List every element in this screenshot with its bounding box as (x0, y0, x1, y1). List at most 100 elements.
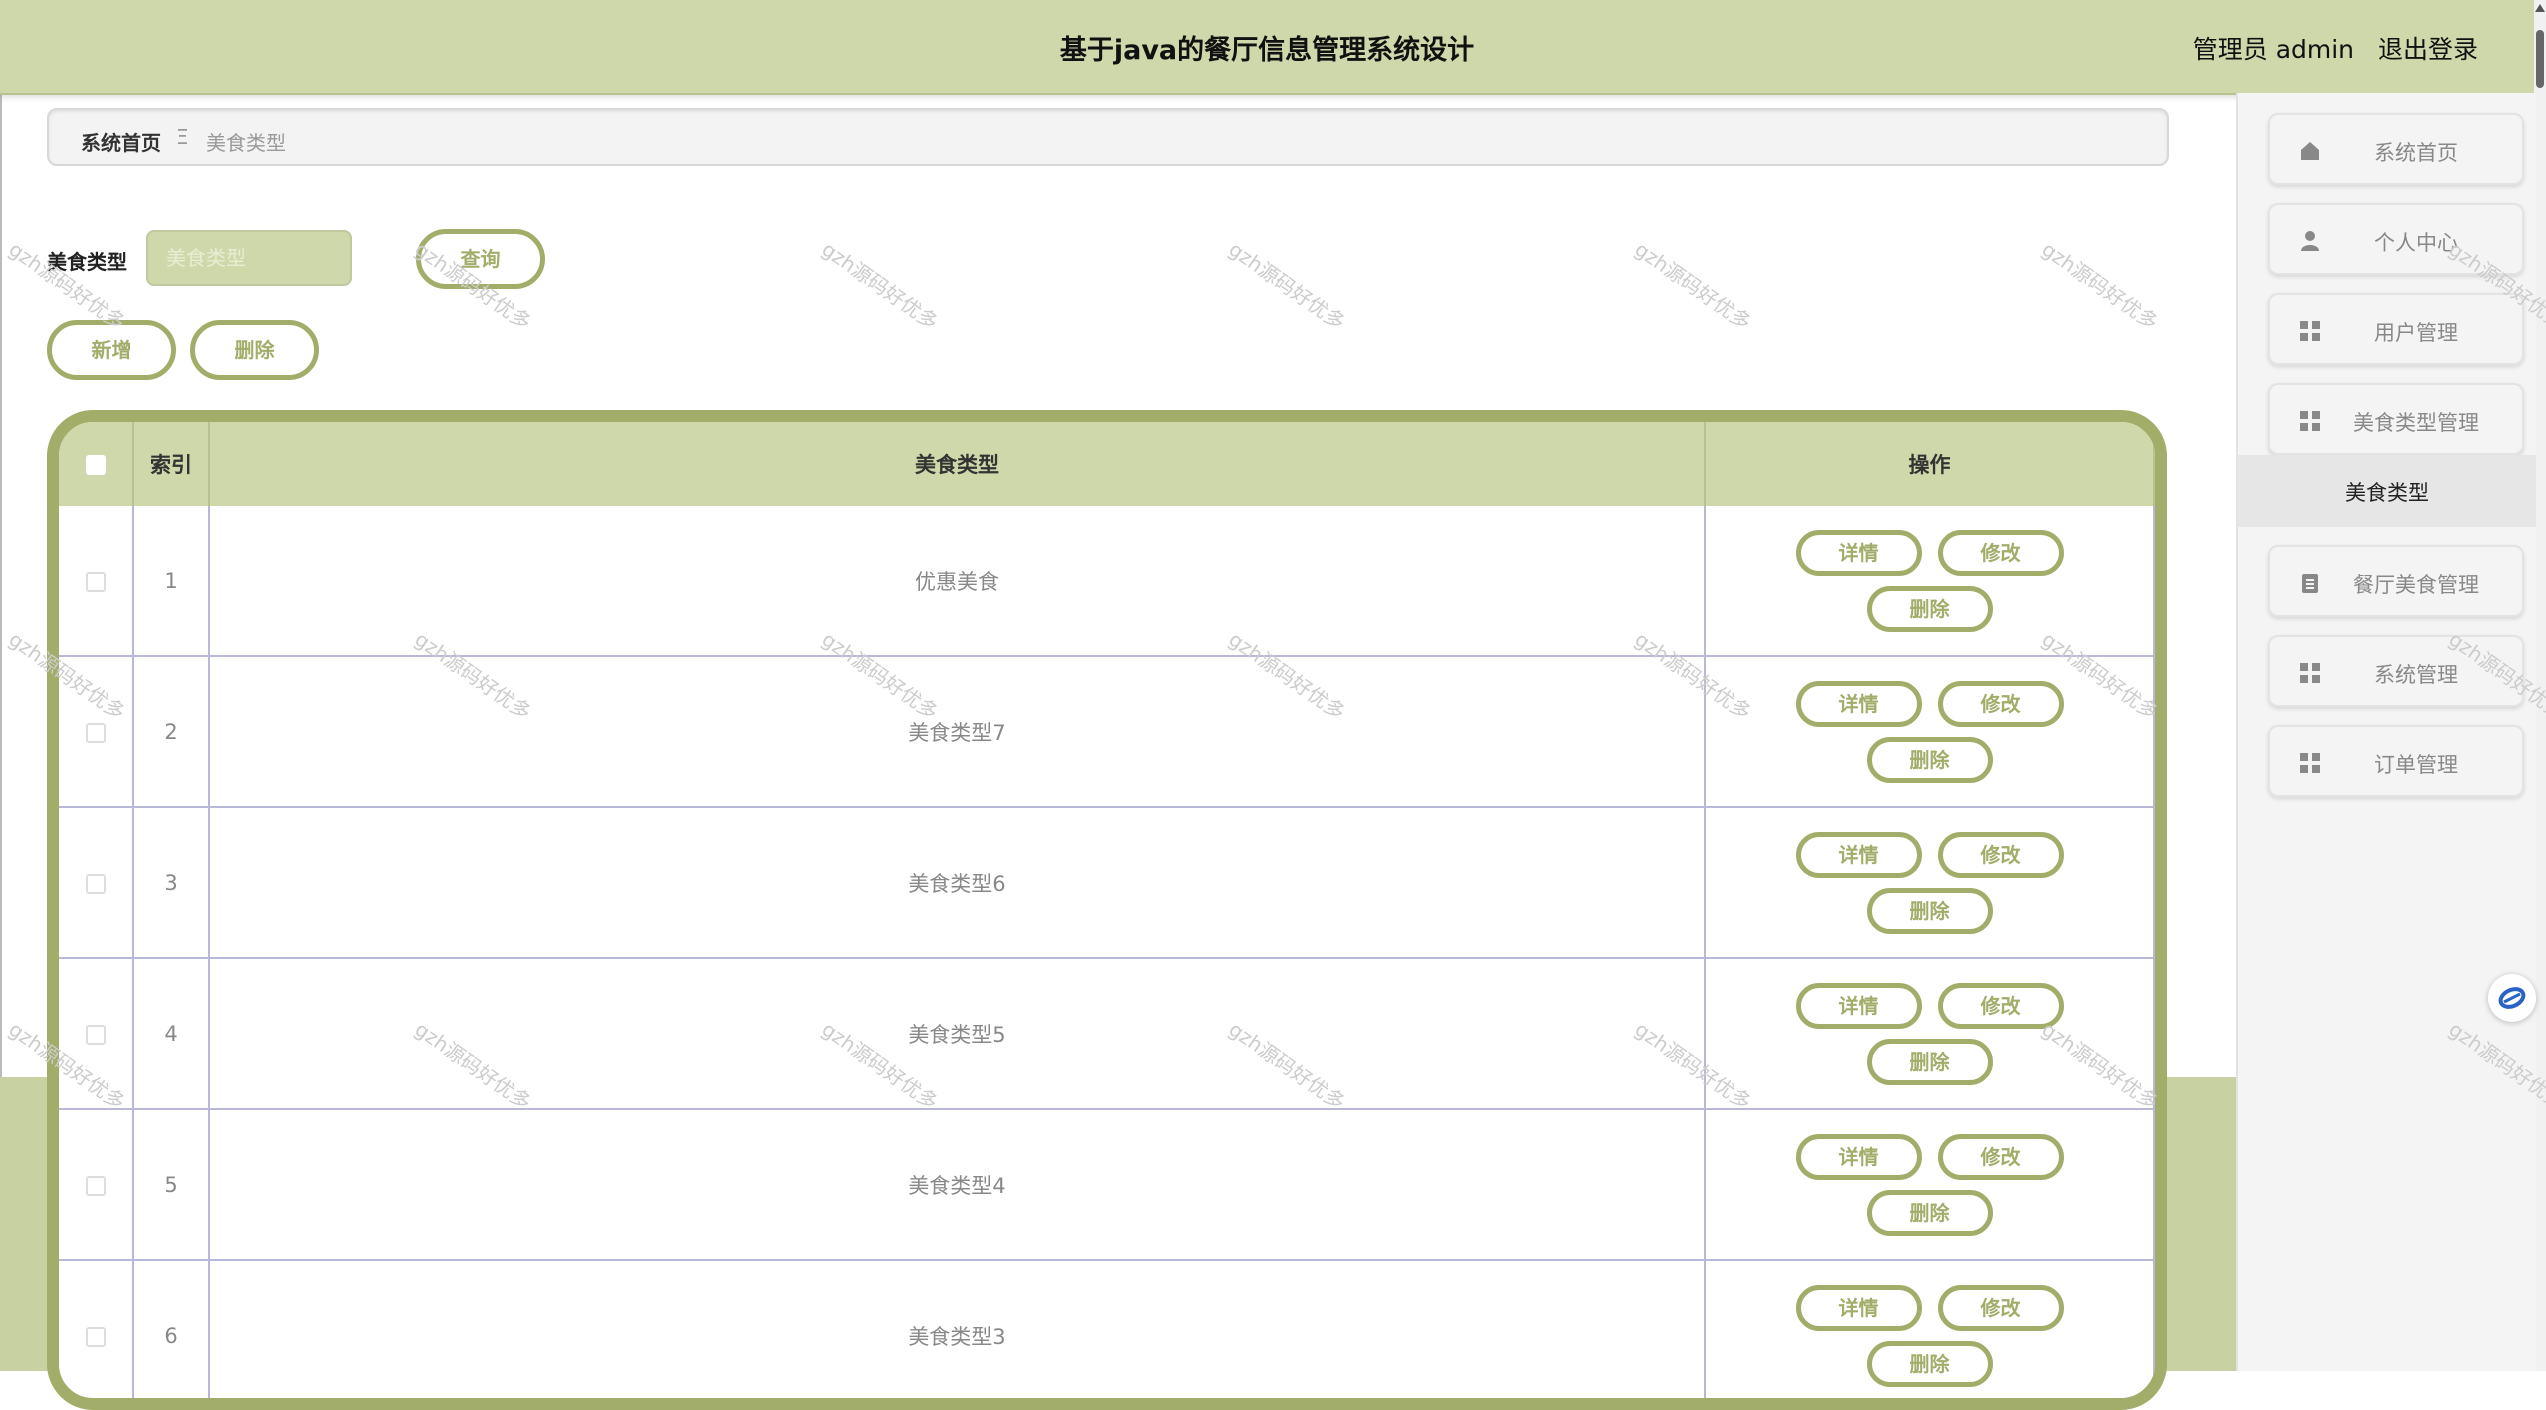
row-index: 3 (133, 807, 210, 959)
sidebar-item-label: 系统管理 (2374, 663, 2458, 687)
row-food-type: 美食类型5 (209, 958, 1706, 1110)
watermark-text: gzh源码好优多 (1224, 236, 1350, 335)
row-index: 1 (133, 506, 210, 657)
row-food-type: 美食类型4 (209, 1109, 1706, 1261)
sidebar-item-label: 用户管理 (2374, 321, 2458, 345)
delete-button[interactable]: 删除 (1866, 736, 1993, 783)
scrollbar-thumb[interactable] (2536, 30, 2544, 88)
sidebar-item-label: 餐厅美食管理 (2353, 573, 2479, 597)
row-checkbox[interactable] (85, 1024, 106, 1045)
batch-delete-button[interactable]: 删除 (190, 320, 319, 380)
table-row: 3 美食类型6 详情 修改 删除 (59, 807, 2155, 959)
delete-button[interactable]: 删除 (1866, 1340, 1993, 1387)
query-button[interactable]: 查询 (416, 229, 545, 289)
logout-link[interactable]: 退出登录 (2378, 35, 2478, 64)
scroll-up-arrow-icon[interactable] (2535, 4, 2545, 12)
sidebar-item-2[interactable]: 个人中心 (2268, 203, 2524, 275)
table-row: 4 美食类型5 详情 修改 删除 (59, 958, 2155, 1110)
row-checkbox[interactable] (85, 571, 106, 592)
sidebar-item-label: 个人中心 (2374, 231, 2458, 255)
row-ops: 详情 修改 删除 (1705, 506, 2155, 657)
assistant-float-button[interactable] (2488, 974, 2536, 1022)
assistant-icon (2498, 987, 2526, 1009)
row-checkbox[interactable] (85, 873, 106, 894)
edit-button[interactable]: 修改 (1937, 1284, 2064, 1331)
col-index: 索引 (133, 422, 210, 506)
edit-button[interactable]: 修改 (1937, 831, 2064, 878)
detail-button[interactable]: 详情 (1795, 831, 1922, 878)
detail-button[interactable]: 详情 (1795, 680, 1922, 727)
row-select-cell (59, 1109, 134, 1261)
row-food-type: 优惠美食 (209, 506, 1706, 657)
add-button[interactable]: 新增 (47, 320, 176, 380)
edit-button[interactable]: 修改 (1937, 982, 2064, 1029)
sidebar-item-7[interactable]: 订单管理 (2268, 725, 2524, 797)
detail-button[interactable]: 详情 (1795, 1284, 1922, 1331)
top-header: 基于java的餐厅信息管理系统设计 管理员 admin 退出登录 (0, 0, 2534, 95)
sidebar-subitem-label: 美食类型 (2345, 481, 2429, 505)
delete-button[interactable]: 删除 (1866, 887, 1993, 934)
select-all-checkbox[interactable] (85, 455, 106, 475)
row-ops: 详情 修改 删除 (1705, 807, 2155, 959)
sidebar-item-6[interactable]: 系统管理 (2268, 635, 2524, 707)
search-input[interactable] (146, 230, 352, 286)
sidebar-subitem-food-type[interactable]: 美食类型 (2238, 455, 2536, 527)
detail-button[interactable]: 详情 (1795, 982, 1922, 1029)
sidebar-item-4[interactable]: 美食类型管理 (2268, 383, 2524, 455)
row-checkbox[interactable] (85, 1326, 106, 1347)
sidebar-item-3[interactable]: 用户管理 (2268, 293, 2524, 365)
row-select-cell (59, 958, 134, 1110)
sidebar-item-label: 订单管理 (2374, 753, 2458, 777)
col-type: 美食类型 (209, 422, 1706, 506)
row-select-cell (59, 807, 134, 959)
row-ops: 详情 修改 删除 (1705, 1260, 2155, 1398)
table-row: 5 美食类型4 详情 修改 删除 (59, 1109, 2155, 1261)
breadcrumb-separator-icon: Ξ (176, 125, 189, 149)
row-ops: 详情 修改 删除 (1705, 656, 2155, 808)
table-header-row: 索引 美食类型 操作 (59, 422, 2155, 506)
detail-button[interactable]: 详情 (1795, 1133, 1922, 1180)
row-ops: 详情 修改 删除 (1705, 958, 2155, 1110)
row-select-cell (59, 1260, 134, 1398)
sidebar-item-1[interactable]: 系统首页 (2268, 113, 2524, 185)
row-food-type: 美食类型6 (209, 807, 1706, 959)
table-row: 1 优惠美食 详情 修改 删除 (59, 506, 2155, 657)
sidebar: 系统首页 个人中心 用户管理 美食类型管理 餐厅美食管理 系统管理 订单管理 美… (2236, 93, 2536, 1371)
row-checkbox[interactable] (85, 1175, 106, 1196)
breadcrumb: 系统首页 Ξ 美食类型 (47, 108, 2169, 166)
row-index: 2 (133, 656, 210, 808)
edit-button[interactable]: 修改 (1937, 680, 2064, 727)
data-table: 索引 美食类型 操作 1 优惠美食 详情 修改 删除 2 美食类型7 详情 修改… (47, 410, 2167, 1410)
watermark-text: gzh源码好优多 (817, 236, 943, 335)
table-row: 6 美食类型3 详情 修改 删除 (59, 1260, 2155, 1398)
breadcrumb-home[interactable]: 系统首页 (81, 127, 161, 156)
select-all-cell (59, 422, 134, 506)
search-label: 美食类型 (47, 250, 127, 274)
breadcrumb-current: 美食类型 (206, 131, 286, 155)
watermark-text: gzh源码好优多 (1630, 236, 1756, 335)
edit-button[interactable]: 修改 (1937, 529, 2064, 576)
app-title: 基于java的餐厅信息管理系统设计 (1059, 35, 1475, 66)
sidebar-item-5[interactable]: 餐厅美食管理 (2268, 545, 2524, 617)
user-area: 管理员 admin 退出登录 (2177, 30, 2478, 66)
delete-button[interactable]: 删除 (1866, 585, 1993, 632)
table-row: 2 美食类型7 详情 修改 删除 (59, 656, 2155, 808)
row-food-type: 美食类型3 (209, 1260, 1706, 1398)
row-checkbox[interactable] (85, 722, 106, 743)
edit-button[interactable]: 修改 (1937, 1133, 2064, 1180)
row-index: 5 (133, 1109, 210, 1261)
row-index: 4 (133, 958, 210, 1110)
watermark-text: gzh源码好优多 (2037, 236, 2163, 335)
sidebar-item-label: 系统首页 (2374, 141, 2458, 165)
row-index: 6 (133, 1260, 210, 1398)
delete-button[interactable]: 删除 (1866, 1038, 1993, 1085)
row-select-cell (59, 506, 134, 657)
row-select-cell (59, 656, 134, 808)
row-ops: 详情 修改 删除 (1705, 1109, 2155, 1261)
delete-button[interactable]: 删除 (1866, 1189, 1993, 1236)
row-food-type: 美食类型7 (209, 656, 1706, 808)
col-ops: 操作 (1705, 422, 2155, 506)
admin-label: 管理员 admin (2192, 35, 2355, 64)
sidebar-item-label: 美食类型管理 (2353, 411, 2479, 435)
detail-button[interactable]: 详情 (1795, 529, 1922, 576)
